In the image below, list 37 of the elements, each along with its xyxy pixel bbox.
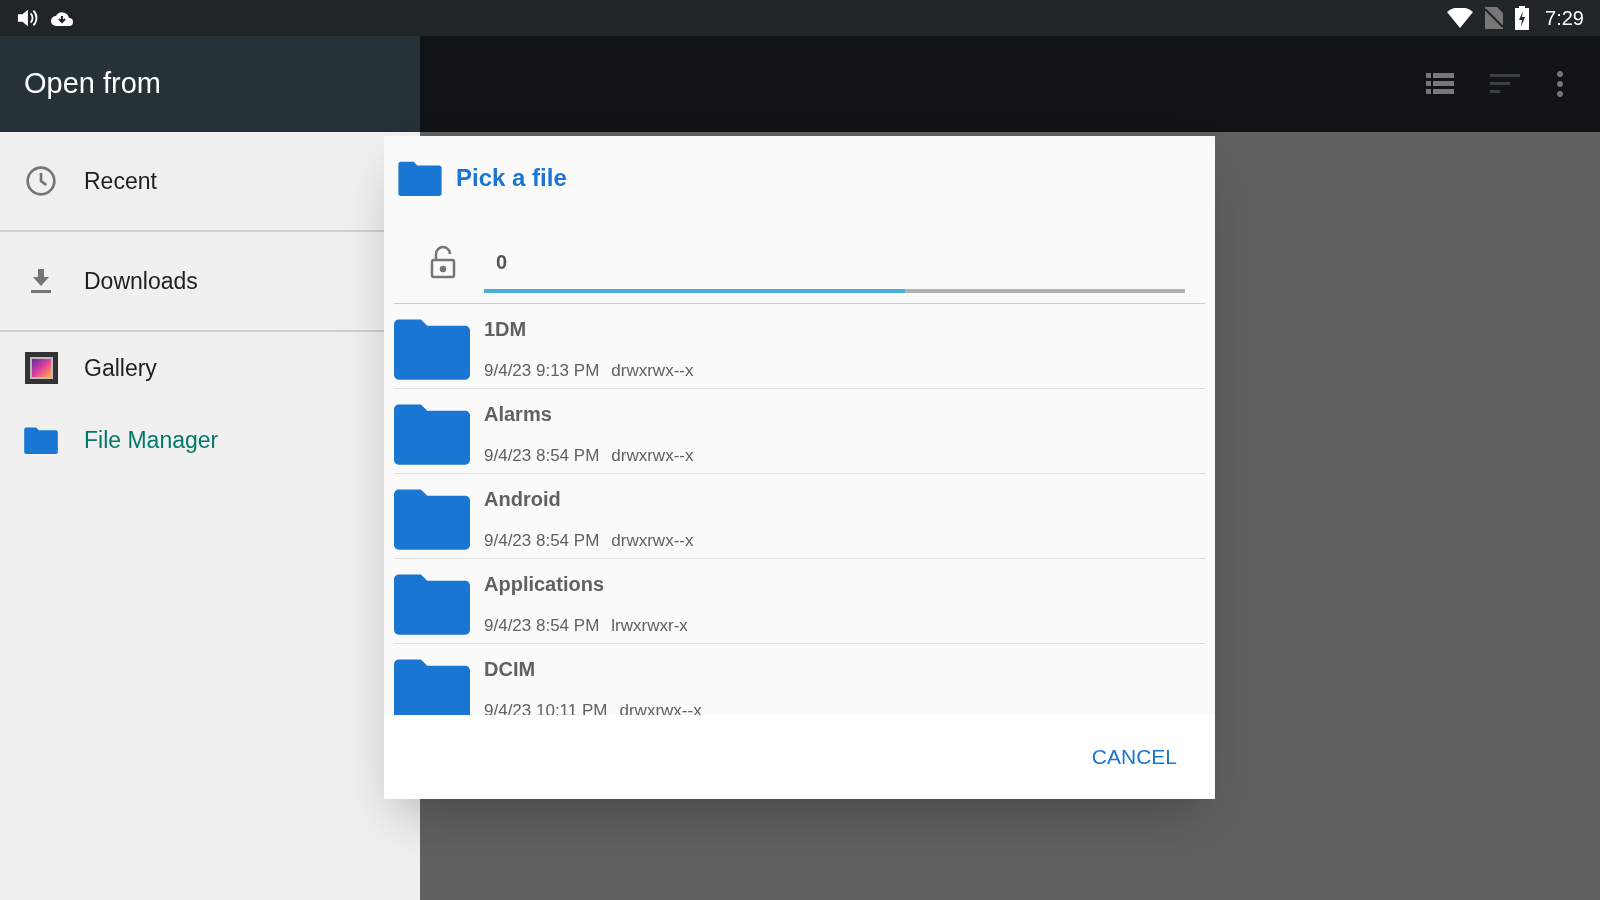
drawer-title: Open from: [24, 66, 161, 102]
file-permissions: drwxrwx--x: [611, 360, 694, 382]
download-icon: [29, 267, 53, 295]
dialog-title: Pick a file: [456, 163, 567, 193]
file-name: Applications: [484, 572, 605, 597]
speaker-icon: [16, 8, 38, 28]
file-date: 9/4/23 8:54 PM: [484, 445, 600, 467]
no-sim-icon: [1485, 7, 1504, 29]
drawer-item[interactable]: Recent: [0, 156, 420, 206]
unlocked-padlock-icon[interactable]: [430, 245, 456, 279]
file-date: 9/4/23 9:13 PM: [484, 360, 600, 382]
file-name: DCIM: [484, 657, 537, 682]
folder-icon: [24, 426, 58, 454]
drawer-item[interactable]: Downloads: [0, 256, 420, 306]
file-row[interactable]: Alarms 9/4/23 8:54 PM drwxrwx--x: [394, 389, 1205, 474]
file-date: 9/4/23 8:54 PM: [484, 530, 600, 552]
list-view-icon[interactable]: [1426, 73, 1454, 95]
file-permissions: lrwxrwxr-x: [611, 615, 688, 637]
cancel-button[interactable]: CANCEL: [1087, 733, 1181, 781]
file-row[interactable]: 1DM 9/4/23 9:13 PM drwxrwx--x: [394, 304, 1205, 389]
path-field[interactable]: 0: [484, 247, 1195, 293]
file-name: 1DM: [484, 317, 528, 342]
clock-time: 7:29: [1545, 6, 1584, 31]
file-date: 9/4/23 8:54 PM: [484, 615, 600, 637]
clock-icon: [25, 165, 57, 197]
battery-charging-icon: [1515, 6, 1530, 30]
gallery-icon: [24, 352, 58, 384]
cloud-download-icon: [50, 9, 74, 27]
wifi-icon: [1447, 8, 1474, 28]
file-row[interactable]: Android 9/4/23 8:54 PM drwxrwx--x: [394, 474, 1205, 559]
file-name: Android: [484, 487, 562, 512]
file-row[interactable]: Applications 9/4/23 8:54 PM lrwxrwxr-x: [394, 559, 1205, 644]
file-permissions: drwxrwx--x: [611, 445, 694, 467]
file-name: Alarms: [484, 402, 553, 427]
file-permissions: drwxrwx--x: [611, 530, 694, 552]
folder-icon: [398, 160, 442, 196]
more-icon[interactable]: [1556, 71, 1564, 97]
